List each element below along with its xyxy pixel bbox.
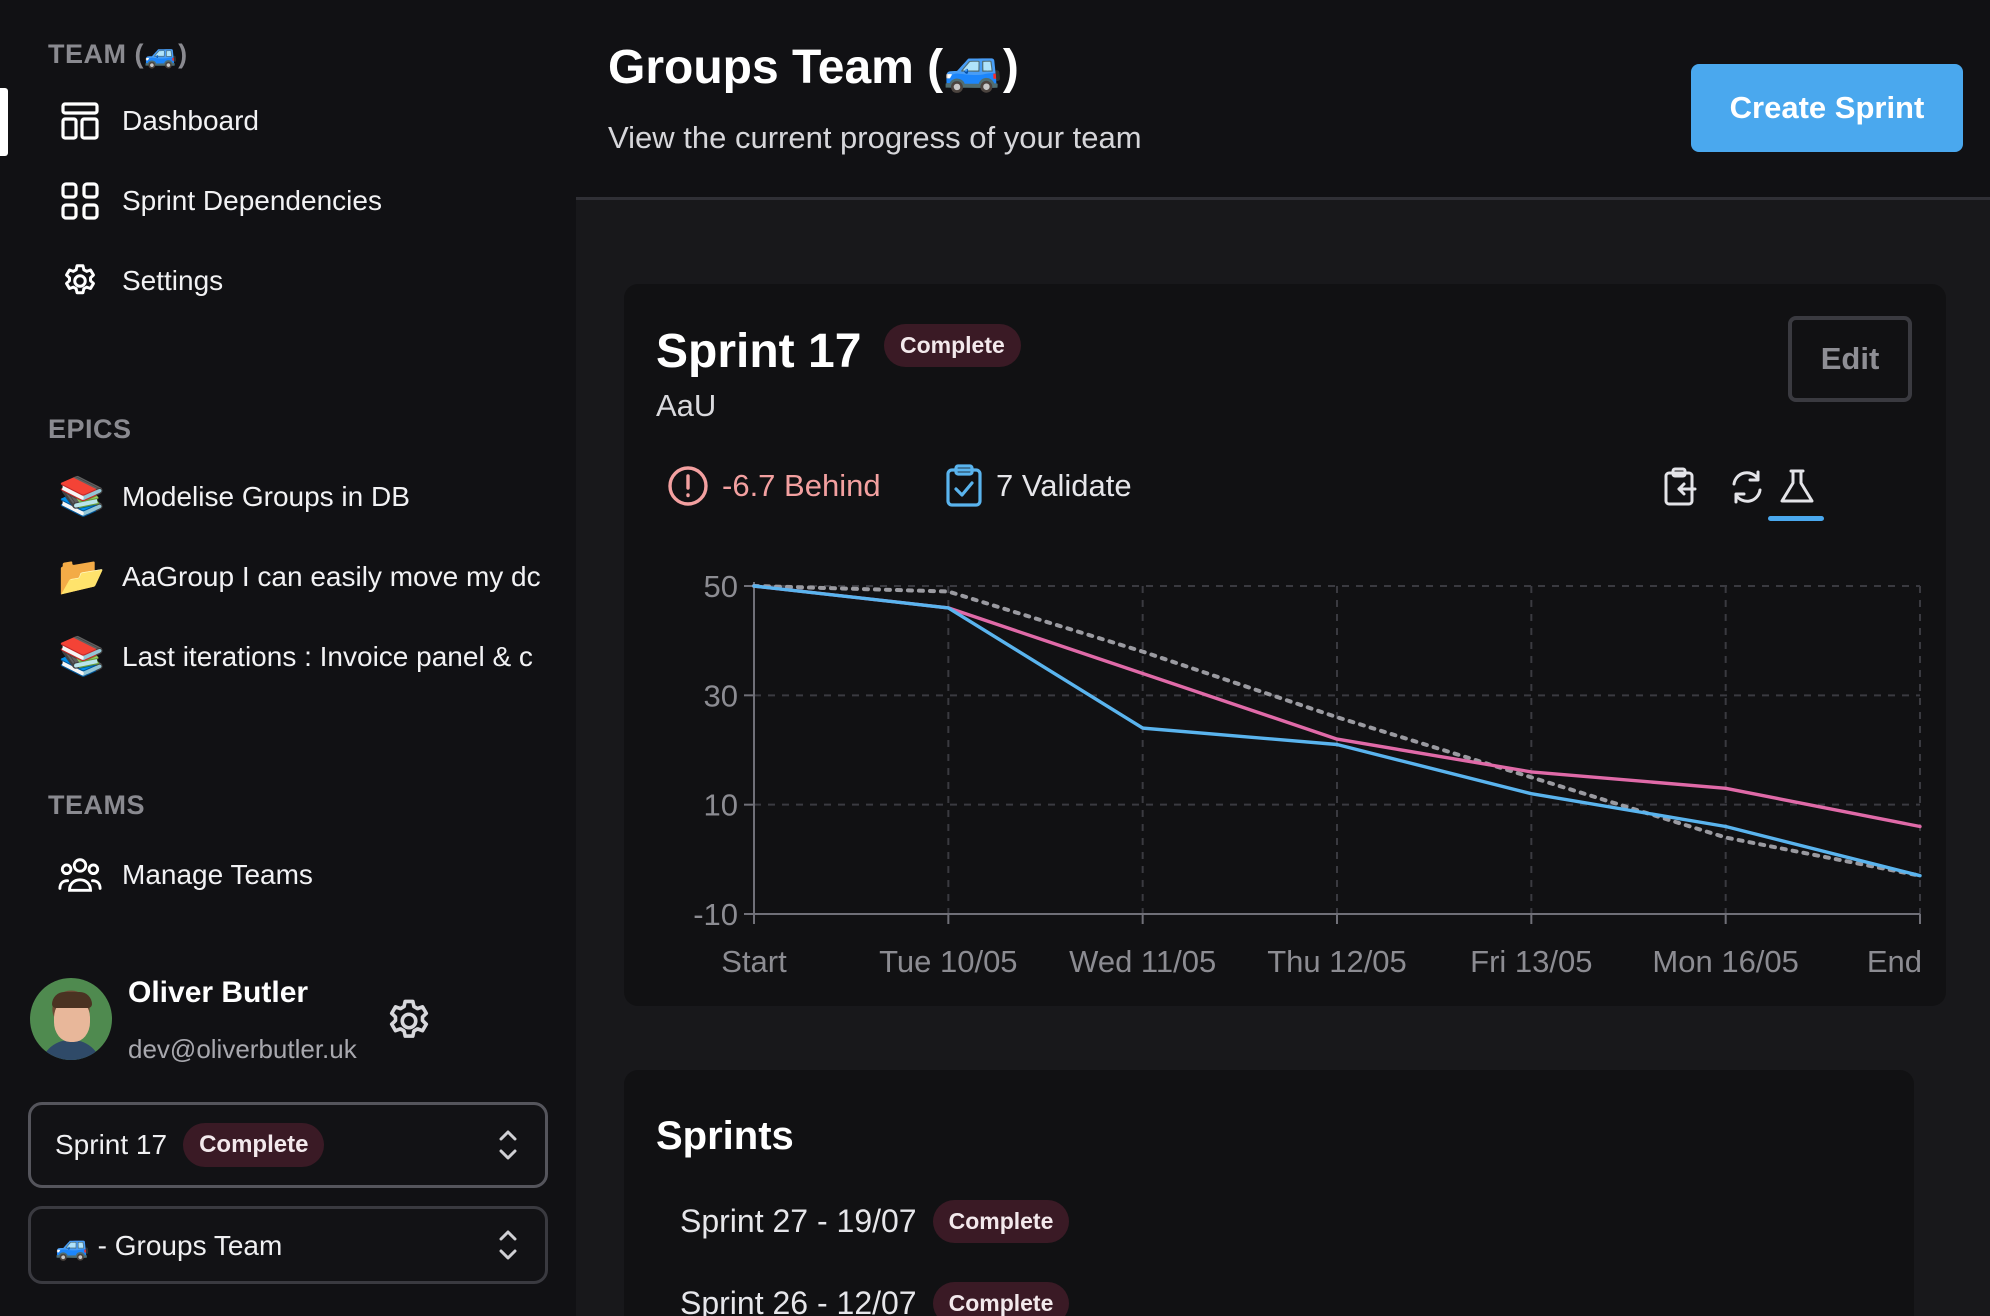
page-subtitle: View the current progress of your team: [608, 120, 1142, 155]
sidebar-item-epic[interactable]: 📚 Last iterations : Invoice panel & c: [0, 626, 560, 688]
team-section-title: TEAM (🚙): [48, 39, 188, 69]
user-profile: Oliver Butler dev@oliverbutler.uk: [30, 976, 550, 1076]
status-badge: Complete: [932, 1200, 1070, 1243]
sidebar-item-epic[interactable]: 📂 AaGroup I can easily move my dc: [0, 546, 560, 608]
layout-icon: [58, 99, 102, 143]
x-tick-label: Start: [721, 944, 787, 979]
sprint-list-label: Sprint 26 - 12/07: [680, 1285, 917, 1316]
epics-section-title: EPICS: [48, 414, 132, 444]
profile-settings-gear-icon[interactable]: [382, 994, 438, 1050]
alert-circle-icon: [668, 466, 708, 506]
grid-icon: [58, 179, 102, 223]
sidebar-item-label: AaGroup I can easily move my dc: [122, 561, 541, 592]
y-tick-label: 10: [704, 788, 738, 823]
active-tool-indicator: [1768, 516, 1824, 521]
users-icon: [58, 853, 102, 897]
sprints-title: Sprints: [656, 1114, 794, 1158]
beaker-icon: [1780, 469, 1814, 503]
y-tick-label: -10: [693, 897, 738, 932]
sprint-select-value: Sprint 17: [55, 1129, 168, 1160]
clipboard-export-icon: [1664, 467, 1697, 506]
validate-stat: 7 Validate: [944, 464, 1132, 508]
books-icon: 📚: [58, 476, 106, 518]
x-tick-label: Mon 16/05: [1652, 944, 1799, 979]
sidebar-item-label: Sprint Dependencies: [122, 185, 382, 216]
profile-email: dev@oliverbutler.uk: [128, 1034, 357, 1064]
x-tick-label: Fri 13/05: [1470, 944, 1592, 979]
clipboard-check-icon: [946, 464, 982, 507]
sidebar-item-label: Dashboard: [122, 105, 259, 136]
sidebar-item-label: Modelise Groups in DB: [122, 481, 410, 512]
status-badge: Complete: [183, 1123, 325, 1167]
status-badge: Complete: [884, 324, 1021, 367]
sprint-select[interactable]: Sprint 17 Complete: [28, 1102, 548, 1188]
main-content: Groups Team (🚙) View the current progres…: [576, 0, 1990, 1316]
sprint-subtitle: AaU: [656, 388, 717, 423]
validate-text: 7 Validate: [996, 468, 1132, 503]
experimental-button[interactable]: [1772, 462, 1822, 512]
sidebar-item-dashboard[interactable]: Dashboard: [0, 90, 560, 152]
sidebar-item-epic[interactable]: 📚 Modelise Groups in DB: [0, 466, 560, 528]
x-tick-label: Tue 10/05: [879, 944, 1017, 979]
y-tick-label: 50: [704, 569, 738, 604]
sidebar-item-label: Settings: [122, 265, 224, 296]
folder-icon: 📂: [58, 556, 106, 598]
sprint-list-item[interactable]: Sprint 27 - 19/07 Complete: [680, 1200, 1070, 1243]
burndown-chart: 50 30 10 -10 Start Tue 10/05 Wed 11/05 Thu 12/0…: [693, 569, 1922, 979]
chevron-updown-icon: [497, 1127, 519, 1163]
team-select[interactable]: 🚙 - Groups Team: [28, 1206, 548, 1284]
avatar: [30, 978, 112, 1060]
sidebar-item-manage-teams[interactable]: Manage Teams: [0, 844, 560, 906]
sidebar-item-label: Last iterations : Invoice panel & c: [122, 641, 533, 672]
gear-icon: [58, 259, 102, 303]
refresh-icon: [1732, 470, 1762, 504]
sprints-card: Sprints Sprint 27 - 19/07 Complete Sprin…: [624, 1070, 1914, 1316]
create-sprint-button[interactable]: Create Sprint: [1691, 64, 1963, 152]
sprint-list-item[interactable]: Sprint 26 - 12/07 Complete: [680, 1282, 1070, 1316]
page-header: Groups Team (🚙) View the current progres…: [576, 0, 1990, 200]
page-title: Groups Team (🚙): [608, 41, 1019, 94]
edit-button[interactable]: Edit: [1788, 316, 1912, 402]
x-tick-label: Wed 11/05: [1069, 944, 1216, 979]
y-tick-label: 30: [704, 678, 738, 713]
chevron-updown-icon: [497, 1227, 519, 1263]
sidebar-item-label: Manage Teams: [122, 859, 313, 890]
behind-text: -6.7 Behind: [722, 468, 881, 503]
series-line-1: [752, 584, 1922, 829]
sprint-list-label: Sprint 27 - 19/07: [680, 1203, 917, 1239]
refresh-button[interactable]: [1722, 462, 1772, 512]
teams-section-title: TEAMS: [48, 790, 145, 820]
books-icon: 📚: [58, 636, 106, 678]
clipboard-export-button[interactable]: [1656, 462, 1706, 512]
sidebar-item-sprint-dependencies[interactable]: Sprint Dependencies: [0, 170, 560, 232]
behind-stat: -6.7 Behind: [666, 464, 881, 508]
sidebar-item-settings[interactable]: Settings: [0, 250, 560, 312]
x-tick-label: End: [1867, 944, 1922, 979]
profile-name: Oliver Butler: [128, 976, 309, 1009]
team-select-value: 🚙 - Groups Team: [55, 1229, 283, 1261]
x-tick-label: Thu 12/05: [1267, 944, 1407, 979]
sprint-card: Sprint 17 Complete AaU Edit -6.7 Behind …: [624, 284, 1946, 1006]
sprint-title: Sprint 17: [656, 325, 862, 378]
status-badge: Complete: [932, 1282, 1070, 1316]
sidebar: TEAM (🚙) Dashboard Sprint Dependencies S…: [0, 0, 576, 1316]
